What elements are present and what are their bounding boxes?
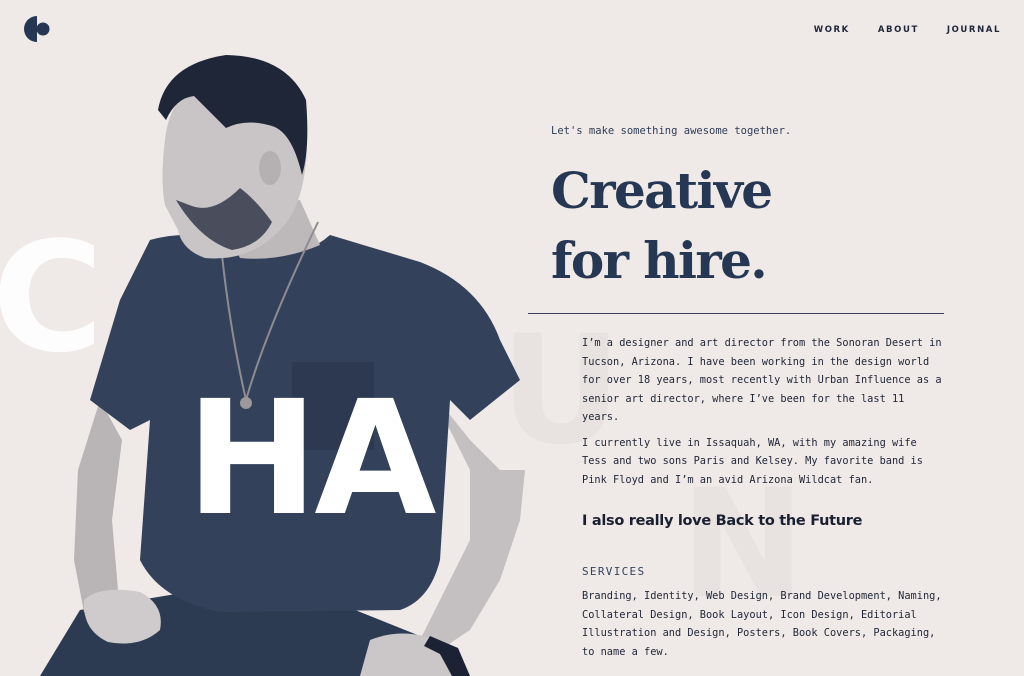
callout-heading: I also really love Back to the Future	[582, 513, 863, 529]
tagline: Let's make something awesome together.	[551, 125, 792, 137]
services-heading: SERVICES	[582, 565, 646, 578]
page: WORK ABOUT JOURNAL C U N HA Let's make s…	[0, 0, 1024, 676]
page-title: Creative for hire.	[551, 156, 773, 296]
nav-about[interactable]: ABOUT	[878, 25, 919, 35]
main-nav: WORK ABOUT JOURNAL	[814, 25, 1001, 35]
bio-paragraph: I’m a designer and art director from the…	[582, 337, 942, 423]
divider	[528, 313, 944, 314]
bio: I’m a designer and art director from the…	[582, 334, 944, 496]
headline-line-2: for hire.	[551, 231, 768, 290]
services-list: Branding, Identity, Web Design, Brand De…	[582, 590, 942, 658]
nav-journal[interactable]: JOURNAL	[947, 25, 1001, 35]
bio-paragraph: I currently live in Issaquah, WA, with m…	[582, 436, 923, 486]
headline-line-1: Creative	[551, 161, 773, 220]
portrait-photo	[40, 55, 525, 676]
nav-work[interactable]: WORK	[814, 25, 850, 35]
hero-letters-ha: HA	[186, 367, 437, 551]
